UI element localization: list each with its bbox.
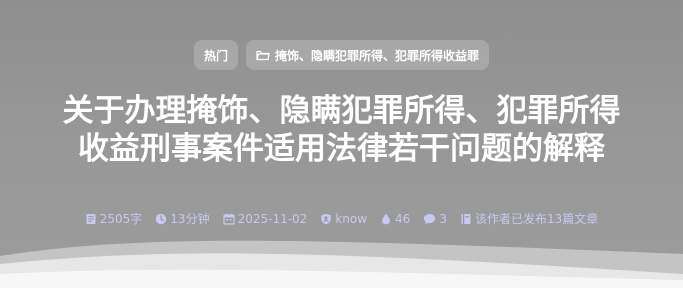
author-name: know xyxy=(335,211,368,226)
view-count-text: 46 xyxy=(395,211,411,226)
category-tag-label: 掩饰、隐瞒犯罪所得、犯罪所得收益罪 xyxy=(275,48,480,63)
clock-icon xyxy=(155,213,167,225)
tag-row: 热门 掩饰、隐瞒犯罪所得、犯罪所得收益罪 xyxy=(0,40,683,70)
folder-icon xyxy=(256,49,270,61)
read-time-text: 13分钟 xyxy=(170,212,210,226)
post-meta-row: 2505字 13分钟 2025-11-02 know 46 3 该作者已发布13… xyxy=(0,210,683,227)
title-line-2: 收益刑事案件适用法律若干问题的解释 xyxy=(78,131,605,167)
read-time: 13分钟 xyxy=(155,210,210,227)
comment-count[interactable]: 3 xyxy=(423,210,447,227)
title-line-1: 关于办理掩饰、隐瞒犯罪所得、犯罪所得 xyxy=(62,93,621,129)
hot-tag-label: 热门 xyxy=(203,48,228,63)
page-title: 关于办理掩饰、隐瞒犯罪所得、犯罪所得 收益刑事案件适用法律若干问题的解释 xyxy=(0,92,683,168)
author-post-count: 该作者已发布13篇文章 xyxy=(460,210,598,227)
category-tag[interactable]: 掩饰、隐瞒犯罪所得、犯罪所得收益罪 xyxy=(246,40,490,70)
view-count: 46 xyxy=(380,210,410,227)
calendar-icon xyxy=(222,213,235,225)
publish-date-text: 2025-11-02 xyxy=(237,211,308,226)
bottom-wave-decoration xyxy=(0,240,683,288)
word-count: 2505字 xyxy=(85,210,143,227)
publish-date: 2025-11-02 xyxy=(222,210,308,227)
post-hero-banner: 热门 掩饰、隐瞒犯罪所得、犯罪所得收益罪 关于办理掩饰、隐瞒犯罪所得、犯罪所得 … xyxy=(0,0,683,288)
word-count-text: 2505字 xyxy=(99,212,143,226)
user-badge-icon xyxy=(320,213,332,225)
author-link[interactable]: know xyxy=(320,210,367,227)
document-icon xyxy=(85,213,97,225)
author-post-count-text: 该作者已发布13篇文章 xyxy=(474,212,599,226)
comment-count-text: 3 xyxy=(439,211,447,226)
chat-bubble-icon xyxy=(423,213,436,225)
drop-icon xyxy=(380,213,392,225)
hot-tag[interactable]: 热门 xyxy=(193,40,238,70)
book-icon xyxy=(460,213,472,225)
